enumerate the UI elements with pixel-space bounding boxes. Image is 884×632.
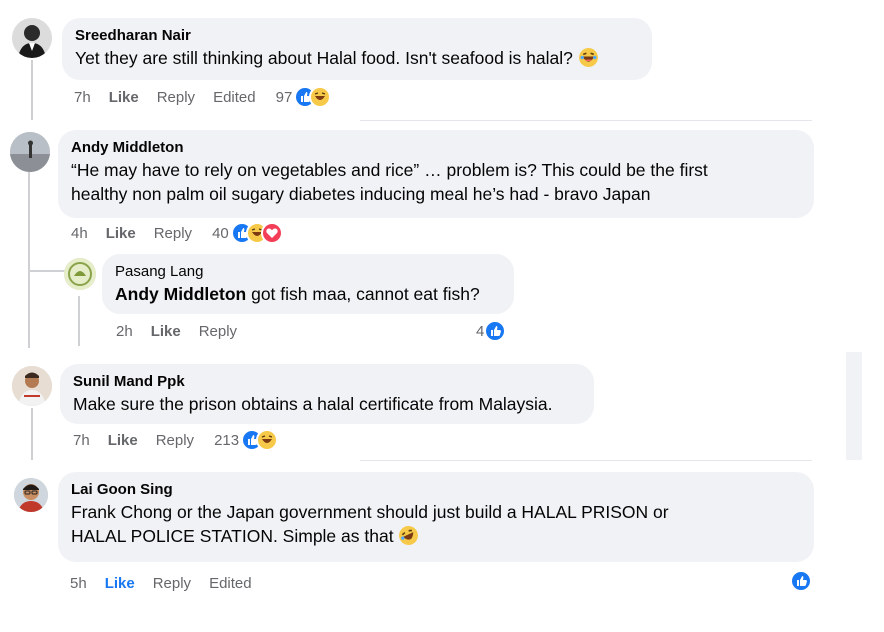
laughing-emoji-icon [578, 48, 598, 67]
reaction-summary[interactable]: 213 [214, 429, 279, 451]
reaction-count: 213 [214, 431, 240, 449]
thread-line [78, 296, 80, 346]
like-button[interactable]: Like [105, 575, 135, 592]
comment-text: “He may have to rely on vegetables and r… [71, 158, 802, 206]
mention-link[interactable]: Andy Middleton [115, 284, 246, 304]
thread-line [28, 270, 66, 272]
like-icon [790, 570, 812, 592]
comment-bubble: Pasang Lang Andy Middleton got fish maa,… [102, 254, 514, 314]
haha-icon [309, 86, 332, 108]
comment-author[interactable]: Lai Goon Sing [71, 480, 802, 499]
comment-bubble: Lai Goon Sing Frank Chong or the Japan g… [58, 472, 814, 562]
reaction-summary[interactable]: 97 [276, 86, 332, 108]
reply-button[interactable]: Reply [156, 432, 194, 449]
comment-bubble: Sreedharan Nair Yet they are still think… [62, 18, 652, 80]
avatar[interactable] [12, 366, 52, 406]
edited-label[interactable]: Edited [213, 89, 256, 106]
reaction-summary[interactable]: 40 [212, 222, 283, 244]
divider [360, 460, 812, 461]
comment-text-body: Yet they are still thinking about Halal … [75, 48, 573, 68]
comment-author[interactable]: Sunil Mand Ppk [73, 372, 582, 391]
comment-author[interactable]: Andy Middleton [71, 138, 802, 157]
like-button[interactable]: Like [106, 225, 136, 242]
reaction-count: 4 [476, 322, 485, 340]
comment-bubble: Andy Middleton “He may have to rely on v… [58, 130, 814, 218]
comment-actions: 7h Like Reply 213 [73, 429, 279, 451]
avatar-man-suit-icon [12, 18, 52, 58]
comment-text: Yet they are still thinking about Halal … [75, 46, 640, 70]
comment-author[interactable]: Pasang Lang [115, 262, 502, 281]
comment-text: Andy Middleton got fish maa, cannot eat … [115, 282, 502, 306]
rofl-emoji-icon [399, 526, 419, 545]
comment-text-line: “He may have to rely on vegetables and r… [71, 160, 708, 180]
like-button[interactable]: Like [108, 432, 138, 449]
scrollbar-thumb[interactable] [846, 352, 862, 460]
avatar-person-icon [12, 366, 52, 406]
like-button[interactable]: Like [151, 323, 181, 340]
reaction-summary[interactable] [790, 570, 812, 592]
comment-author[interactable]: Sreedharan Nair [75, 26, 640, 45]
thread-line [28, 172, 30, 348]
avatar[interactable] [12, 18, 52, 58]
reply-button[interactable]: Reply [154, 225, 192, 242]
avatar-logo-icon [64, 258, 96, 290]
comment-actions: 7h Like Reply Edited 97 [74, 86, 332, 108]
like-icon [484, 320, 507, 342]
divider [360, 120, 812, 121]
avatar[interactable] [10, 132, 50, 172]
love-icon [260, 222, 283, 244]
reply-button[interactable]: Reply [153, 575, 191, 592]
comment-actions: 5h Like Reply Edited [70, 573, 270, 593]
comment-actions: 4h Like Reply 40 [71, 222, 283, 244]
comment-text-line: HALAL POLICE STATION. Simple as that [71, 526, 394, 546]
avatar-beach-icon [10, 132, 50, 172]
comment-time[interactable]: 5h [70, 575, 87, 592]
reaction-count: 97 [275, 88, 293, 106]
comment-time[interactable]: 7h [74, 89, 91, 106]
thread-line [31, 408, 33, 460]
comment-time[interactable]: 4h [71, 225, 88, 242]
comment-time[interactable]: 2h [116, 323, 133, 340]
comment-text-line: Frank Chong or the Japan government shou… [71, 502, 669, 522]
thread-line [31, 60, 33, 120]
avatar-man-glasses-icon [14, 478, 48, 512]
comment-time[interactable]: 7h [73, 432, 90, 449]
reaction-summary[interactable]: 4 [476, 320, 507, 342]
reply-button[interactable]: Reply [199, 323, 237, 340]
comment-text-line: healthy non palm oil sugary diabetes ind… [71, 184, 651, 204]
like-button[interactable]: Like [109, 89, 139, 106]
avatar[interactable] [64, 258, 96, 290]
comment-bubble: Sunil Mand Ppk Make sure the prison obta… [60, 364, 594, 424]
edited-label[interactable]: Edited [209, 575, 252, 592]
comment-text: Frank Chong or the Japan government shou… [71, 500, 802, 548]
reply-button[interactable]: Reply [157, 89, 195, 106]
comment-text-body: got fish maa, cannot eat fish? [246, 284, 480, 304]
reaction-count: 40 [212, 224, 229, 242]
haha-icon [256, 429, 279, 451]
comment-text: Make sure the prison obtains a halal cer… [73, 394, 553, 414]
avatar[interactable] [14, 478, 48, 512]
comment-actions: 2h Like Reply [116, 321, 255, 341]
